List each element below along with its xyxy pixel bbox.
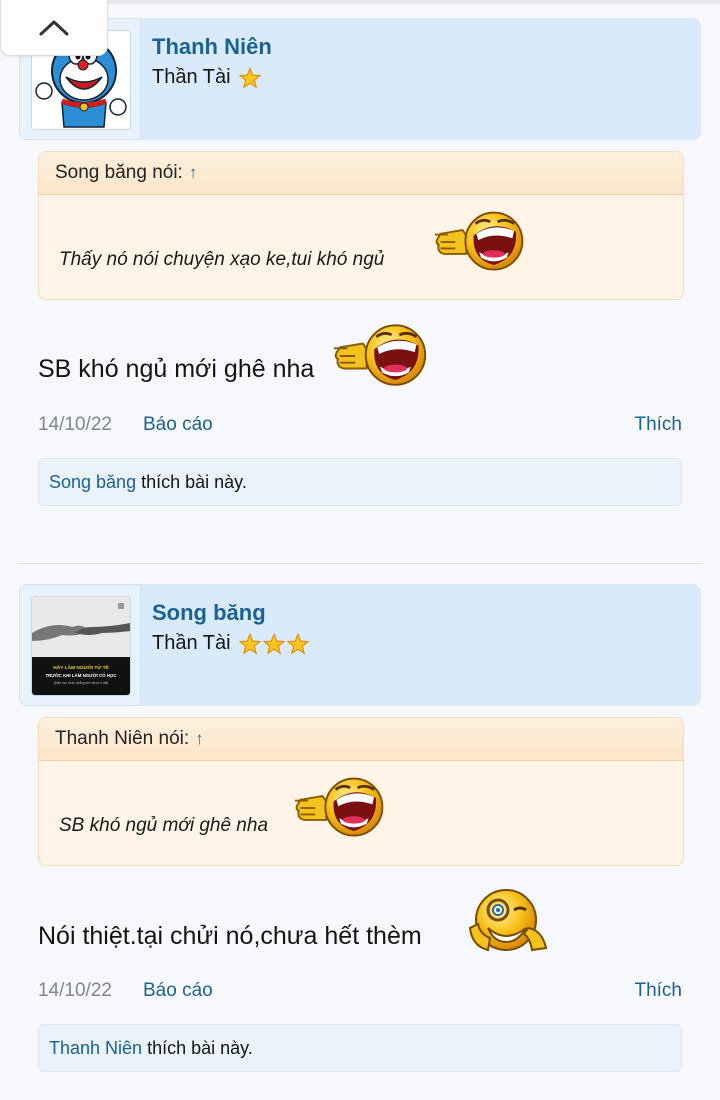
star-icon [239, 633, 261, 655]
post-message: Nói thiệt.tại chửi nó,chưa hết thèm [38, 922, 422, 951]
author-title: Thần Tài [152, 66, 261, 89]
liker-link[interactable]: Thanh Niên [49, 1038, 142, 1059]
post-message: SB khó ngủ mới ghê nha [38, 355, 314, 384]
laughing-pointing-smiley-icon [435, 211, 527, 273]
star-icon [287, 633, 309, 655]
author-rank: Thần Tài [152, 66, 231, 88]
quote-body: SB khó ngủ mới ghê nha [39, 761, 683, 865]
likes-summary: Song băng thích bài này. [38, 458, 682, 506]
likes-text: thích bài này. [141, 471, 247, 492]
likes-text: thích bài này. [147, 1037, 253, 1058]
jump-to-quote-link[interactable]: ↑ [189, 163, 198, 183]
star-icon [239, 67, 261, 89]
quote-text: Thấy nó nói chuyện xạo ke,tui khó ngủ [59, 249, 385, 270]
quote-author: Song băng nói: [55, 162, 183, 183]
top-border [108, 0, 720, 4]
avatar[interactable]: HÃY LÀM NGƯỜI TỬ TẾ TRƯỚC KHI LÀM NGƯỜI … [31, 596, 131, 696]
liker-link[interactable]: Song băng [49, 472, 136, 493]
post-date[interactable]: 14/10/22 [38, 980, 112, 1002]
winking-ok-smiley-icon [468, 888, 548, 954]
star-icon [263, 633, 285, 655]
avatar-caption-line-3: (Điều học là dù chẳng nên được ít đất) [54, 680, 109, 685]
author-title: Thần Tài [152, 632, 309, 655]
quote-block: Song băng nói: ↑ Thấy nó nói chuyện xạo … [38, 151, 684, 300]
report-link[interactable]: Báo cáo [143, 414, 213, 436]
scroll-to-top-button[interactable] [0, 0, 108, 56]
quote-block: Thanh Niên nói: ↑ SB khó ngủ mới ghê nha [38, 717, 684, 866]
quote-text: SB khó ngủ mới ghê nha [59, 815, 269, 836]
hands-avatar-image: HÃY LÀM NGƯỜI TỬ TẾ TRƯỚC KHI LÀM NGƯỜI … [32, 597, 130, 695]
quote-header: Thanh Niên nói: ↑ [39, 718, 683, 761]
laughing-pointing-smiley-icon [295, 777, 387, 839]
avatar-caption-line-2: TRƯỚC KHI LÀM NGƯỜI CÓ HỌC [45, 673, 117, 678]
quote-body: Thấy nó nói chuyện xạo ke,tui khó ngủ [39, 195, 683, 299]
like-button[interactable]: Thích [634, 414, 682, 436]
author-name[interactable]: Song băng [152, 600, 266, 626]
report-link[interactable]: Báo cáo [143, 980, 213, 1002]
message-text: Nói thiệt.tại chửi nó,chưa hết thèm [38, 922, 422, 950]
author-card: Thanh Niên Thần Tài [19, 18, 701, 140]
jump-to-quote-link[interactable]: ↑ [195, 729, 204, 749]
post-date[interactable]: 14/10/22 [38, 414, 112, 436]
quote-author: Thanh Niên nói: [55, 728, 190, 749]
post-divider [19, 563, 701, 564]
like-button[interactable]: Thích [634, 980, 682, 1002]
author-name[interactable]: Thanh Niên [152, 34, 272, 60]
author-rank: Thần Tài [152, 632, 231, 654]
message-text: SB khó ngủ mới ghê nha [38, 355, 315, 383]
quote-header: Song băng nói: ↑ [39, 152, 683, 195]
avatar-frame: HÃY LÀM NGƯỜI TỬ TẾ TRƯỚC KHI LÀM NGƯỜI … [19, 584, 141, 706]
chevron-up-icon [39, 20, 69, 35]
likes-summary: Thanh Niên thích bài này. [38, 1024, 682, 1072]
author-card: HÃY LÀM NGƯỜI TỬ TẾ TRƯỚC KHI LÀM NGƯỜI … [19, 584, 701, 706]
laughing-pointing-smiley-icon [334, 324, 430, 388]
